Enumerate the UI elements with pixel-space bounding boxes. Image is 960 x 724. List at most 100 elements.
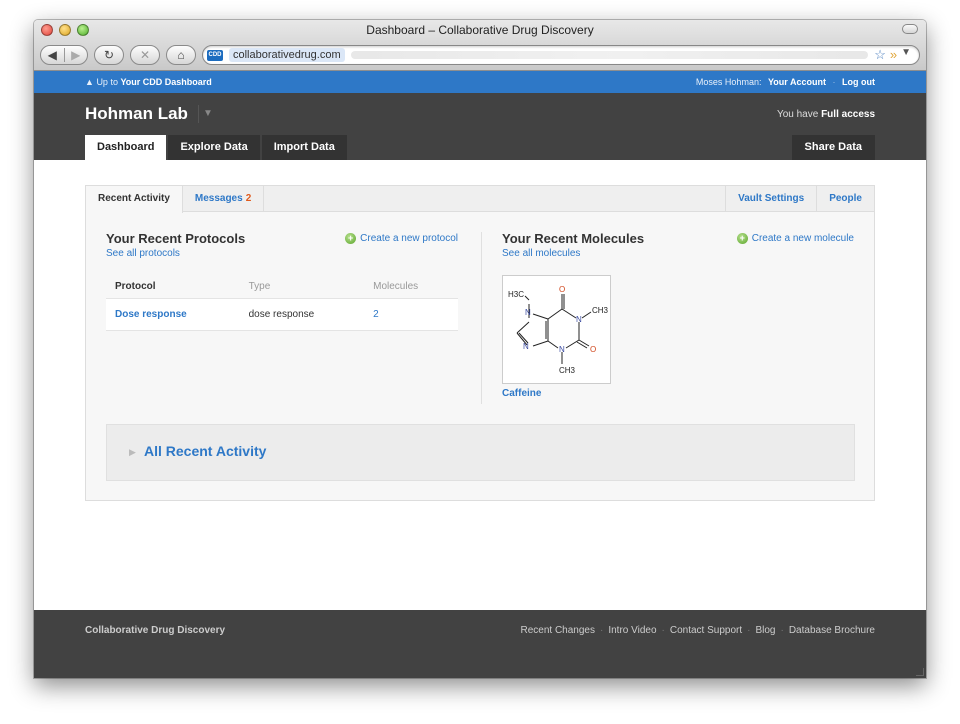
footer-link-intro-video[interactable]: Intro Video xyxy=(608,625,656,636)
toolbar-toggle-button[interactable] xyxy=(902,24,918,34)
reload-button[interactable]: ↻ xyxy=(94,45,124,65)
window-resize-handle[interactable] xyxy=(916,668,924,676)
up-to-dashboard-link[interactable]: ▲ Up to Your CDD Dashboard xyxy=(85,77,212,87)
see-all-molecules-link[interactable]: See all molecules xyxy=(502,248,854,259)
tab-dashboard[interactable]: Dashboard xyxy=(85,135,167,160)
footer-separator: · xyxy=(780,625,784,636)
molecule-count-link[interactable]: 2 xyxy=(373,309,379,320)
table-row: Dose response dose response 2 xyxy=(106,298,458,331)
atom-nitrogen-4: N xyxy=(559,345,565,354)
create-protocol-link[interactable]: + Create a new protocol xyxy=(345,233,458,244)
tab-people[interactable]: People xyxy=(816,186,874,212)
all-recent-activity-link[interactable]: All Recent Activity xyxy=(144,443,266,459)
tab-messages[interactable]: Messages 2 xyxy=(183,186,265,211)
dashboard-panel: Recent Activity Messages 2 Vault Settings… xyxy=(85,185,875,501)
atom-nitrogen-1: N xyxy=(525,308,531,317)
recent-molecules-section: Your Recent Molecules See all molecules … xyxy=(502,231,854,399)
back-icon[interactable]: ◀ xyxy=(41,48,65,62)
browser-toolbar: ◀ ▶ ↻ ✕ ⌂ CDD collaborativedrug.com ☆ » … xyxy=(40,44,920,66)
footer-link-recent-changes[interactable]: Recent Changes xyxy=(520,625,595,636)
window-title: Dashboard – Collaborative Drug Discovery xyxy=(366,23,594,37)
column-header-protocol[interactable]: Protocol xyxy=(106,275,240,299)
messages-count-badge: 2 xyxy=(245,193,252,204)
separator: · xyxy=(832,77,836,87)
see-all-protocols-link[interactable]: See all protocols xyxy=(106,248,458,259)
atom-oxygen-top: O xyxy=(559,285,565,294)
all-recent-activity-section[interactable]: ▶ All Recent Activity xyxy=(106,424,855,481)
home-button[interactable]: ⌂ xyxy=(166,45,196,65)
tab-import-data[interactable]: Import Data xyxy=(261,135,347,160)
expand-triangle-icon[interactable]: ▶ xyxy=(129,447,136,458)
stop-button[interactable]: ✕ xyxy=(130,45,160,65)
atom-methyl-bottom: CH3 xyxy=(559,366,576,375)
column-header-molecules[interactable]: Molecules xyxy=(364,275,458,299)
table-header-row: Protocol Type Molecules xyxy=(106,275,458,299)
logout-link[interactable]: Log out xyxy=(842,77,875,87)
tab-recent-activity[interactable]: Recent Activity xyxy=(86,186,183,213)
atom-nitrogen-2: N xyxy=(576,315,582,324)
protocols-table: Protocol Type Molecules Dose response do… xyxy=(106,275,458,331)
footer-separator: · xyxy=(599,625,604,636)
share-data-button[interactable]: Share Data xyxy=(791,135,875,160)
main-tabs: Dashboard Explore Data Import Data xyxy=(85,135,347,160)
address-domain: collaborativedrug.com xyxy=(229,48,345,62)
protocol-link[interactable]: Dose response xyxy=(115,309,187,320)
footer-separator: · xyxy=(661,625,665,636)
tab-explore-data[interactable]: Explore Data xyxy=(168,135,260,160)
browser-chrome: Dashboard – Collaborative Drug Discovery… xyxy=(34,20,926,71)
lab-switcher-chevron-down-icon[interactable]: ▼ xyxy=(198,105,214,123)
browser-window: Dashboard – Collaborative Drug Discovery… xyxy=(34,20,926,678)
add-icon: + xyxy=(736,233,748,244)
account-links: Moses Hohman: Your Account · Log out xyxy=(692,77,875,87)
back-forward-buttons: ◀ ▶ xyxy=(40,45,88,65)
lab-name: Hohman Lab xyxy=(85,104,188,123)
add-icon: + xyxy=(345,233,357,244)
recent-protocols-section: Your Recent Protocols See all protocols … xyxy=(106,231,458,331)
top-nav-bar: ▲ Up to Your CDD Dashboard Moses Hohman:… xyxy=(34,71,926,93)
up-arrow-icon: ▲ xyxy=(85,77,94,87)
access-level: You have Full access xyxy=(777,109,875,120)
access-value: Full access xyxy=(821,109,875,120)
create-protocol-label: Create a new protocol xyxy=(360,233,458,244)
address-bar[interactable]: CDD collaborativedrug.com ☆ » ▼ xyxy=(202,45,920,65)
site-favicon: CDD xyxy=(207,49,223,61)
column-divider xyxy=(481,232,482,404)
footer-link-contact-support[interactable]: Contact Support xyxy=(670,625,742,636)
home-icon: ⌂ xyxy=(177,48,185,62)
lab-header: Hohman Lab ▼ You have Full access Dashbo… xyxy=(34,93,926,160)
atom-oxygen-right: O xyxy=(590,345,596,354)
dashboard-link[interactable]: Your CDD Dashboard xyxy=(120,77,211,87)
sub-tabs-right: Vault Settings People xyxy=(725,186,874,212)
molecule-name-link[interactable]: Caffeine xyxy=(502,388,854,399)
user-name: Moses Hohman: xyxy=(695,77,762,87)
your-account-link[interactable]: Your Account xyxy=(768,77,826,87)
atom-methyl-right: CH3 xyxy=(592,306,609,315)
atom-methyl: H3C xyxy=(508,290,524,299)
access-prefix: You have xyxy=(776,109,819,120)
footer-link-blog[interactable]: Blog xyxy=(755,625,775,636)
create-molecule-link[interactable]: + Create a new molecule xyxy=(736,233,854,244)
column-header-type[interactable]: Type xyxy=(240,275,365,299)
address-bar-icons: ☆ » ▼ xyxy=(874,47,919,63)
molecule-structure-thumbnail[interactable]: H3C O N N CH3 N N O CH3 xyxy=(502,275,611,384)
footer-brand: Collaborative Drug Discovery xyxy=(85,625,226,636)
atom-nitrogen-3: N xyxy=(523,342,529,351)
reload-icon: ↻ xyxy=(103,48,115,62)
page-footer: Collaborative Drug Discovery Recent Chan… xyxy=(34,610,926,678)
up-prefix: Up to xyxy=(96,77,118,87)
tab-vault-settings[interactable]: Vault Settings xyxy=(725,186,816,212)
protocol-type: dose response xyxy=(239,298,365,331)
footer-separator: · xyxy=(747,625,751,636)
sub-tabs: Recent Activity Messages 2 Vault Settings… xyxy=(86,186,874,213)
footer-link-database-brochure[interactable]: Database Brochure xyxy=(789,625,875,636)
dropdown-icon[interactable]: ▼ xyxy=(901,47,911,63)
address-path-blurred xyxy=(350,51,869,59)
footer-links: Recent Changes · Intro Video · Contact S… xyxy=(520,625,875,636)
bookmark-star-icon[interactable]: ☆ xyxy=(874,47,886,63)
caffeine-structure-image: H3C O N N CH3 N N O CH3 xyxy=(508,285,609,375)
forward-icon[interactable]: ▶ xyxy=(65,48,88,62)
create-molecule-label: Create a new molecule xyxy=(751,233,854,244)
messages-label: Messages xyxy=(194,193,243,204)
rss-icon[interactable]: » xyxy=(890,47,897,63)
stop-icon: ✕ xyxy=(139,48,151,62)
